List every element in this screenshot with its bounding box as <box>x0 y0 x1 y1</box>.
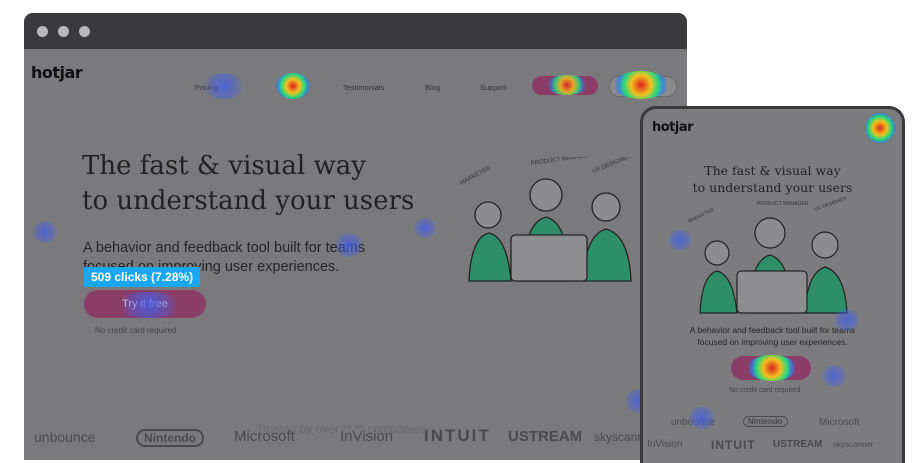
mobile-label-ux-designer: UX DESIGNER <box>814 197 849 213</box>
mobile-hero-title: The fast & visual way to understand your… <box>643 162 902 196</box>
mobile-label-product-manager: PRODUCT MANAGER <box>757 201 809 207</box>
heatmap-hotspot <box>276 73 310 99</box>
try-free-button[interactable]: Try it free <box>84 290 206 318</box>
mobile-team-illustration: MARKETER PRODUCT MANAGER UX DESIGNER <box>687 197 849 314</box>
mobile-logo-nintendo: Nintendo <box>743 416 788 427</box>
no-credit-card-note: No credit card required <box>95 326 177 335</box>
mobile-hotjar-logo[interactable]: hotjar <box>652 120 694 135</box>
nav-item-blog[interactable]: Blog <box>425 83 440 92</box>
ux-designer-figure <box>582 192 632 282</box>
label-product-manager: PRODUCT MANAGER <box>530 157 592 167</box>
team-illustration: MARKETER PRODUCT MANAGER UX DESIGNER <box>459 157 633 282</box>
mobile-title-line1: The fast & visual way <box>704 163 841 178</box>
mobile-hero-description: A behavior and feedback tool built for t… <box>643 324 902 348</box>
desktop-browser-window: hotjar Pricing Testimonials Blog Support… <box>24 13 687 460</box>
mobile-device: hotjar The fast & visual way to understa… <box>640 106 905 463</box>
window-maximize-dot[interactable] <box>79 26 90 37</box>
laptop <box>510 234 588 282</box>
mobile-logo-invision: InVision <box>647 439 683 450</box>
logo-microsoft: Microsoft <box>234 428 295 445</box>
mobile-label-marketer: MARKETER <box>687 207 715 225</box>
window-minimize-dot[interactable] <box>58 26 69 37</box>
mobile-description-line1: A behavior and feedback tool built for t… <box>689 325 856 335</box>
mobile-title-highlight: understand your users <box>706 180 859 196</box>
hero-title-prefix: to <box>82 186 117 216</box>
click-count-badge: 509 clicks (7.28%) <box>84 267 201 287</box>
logo-unbounce: unbounce <box>34 429 96 445</box>
hero-title: The fast & visual way to understand your… <box>82 149 421 219</box>
hero-title-line1: The fast & visual way <box>82 151 366 181</box>
marketer-figure <box>468 201 512 282</box>
mobile-logo-unbounce: unbounce <box>671 417 715 428</box>
mobile-description-line2: focused on improving user experiences. <box>697 337 848 347</box>
logo-ustream: USTREAM <box>508 428 583 445</box>
heatmap-spot <box>821 365 847 387</box>
heatmap-spot <box>32 221 58 243</box>
hotjar-logo[interactable]: hotjar <box>31 63 83 82</box>
mobile-logo-skyscanner: skyscanner <box>833 440 874 449</box>
nav-signup-button[interactable] <box>609 76 677 97</box>
desktop-page: hotjar Pricing Testimonials Blog Support… <box>24 49 687 460</box>
mobile-logo-microsoft: Microsoft <box>819 417 860 428</box>
nav-item-testimonials[interactable]: Testimonials <box>343 83 384 92</box>
logo-invision: InVision <box>340 428 394 445</box>
logo-intuit: INTUIT <box>424 426 491 445</box>
label-marketer: MARKETER <box>459 166 492 187</box>
mobile-menu-hotspot[interactable] <box>865 113 895 143</box>
logo-nintendo: Nintendo <box>136 429 204 447</box>
window-close-dot[interactable] <box>37 26 48 37</box>
mobile-no-credit-card-note: No credit card required <box>729 387 801 394</box>
browser-titlebar <box>24 13 687 49</box>
mobile-title-line2: to understand your users <box>643 179 902 196</box>
mobile-logo-ustream: USTREAM <box>773 439 823 450</box>
nav-item-support[interactable]: Support <box>480 83 506 92</box>
hero-title-line2: to understand your users <box>82 184 421 219</box>
label-ux-designer: UX DESIGNER <box>592 157 633 175</box>
nav-signin-button[interactable] <box>532 76 598 95</box>
nav-item-pricing[interactable]: Pricing <box>195 83 218 92</box>
mobile-logo-intuit: INTUIT <box>711 438 756 452</box>
mobile-title-prefix: to <box>692 180 710 195</box>
heatmap-spot <box>414 217 436 239</box>
hero-title-highlight: understand your users <box>113 184 421 219</box>
mobile-cta-button[interactable] <box>731 356 811 380</box>
